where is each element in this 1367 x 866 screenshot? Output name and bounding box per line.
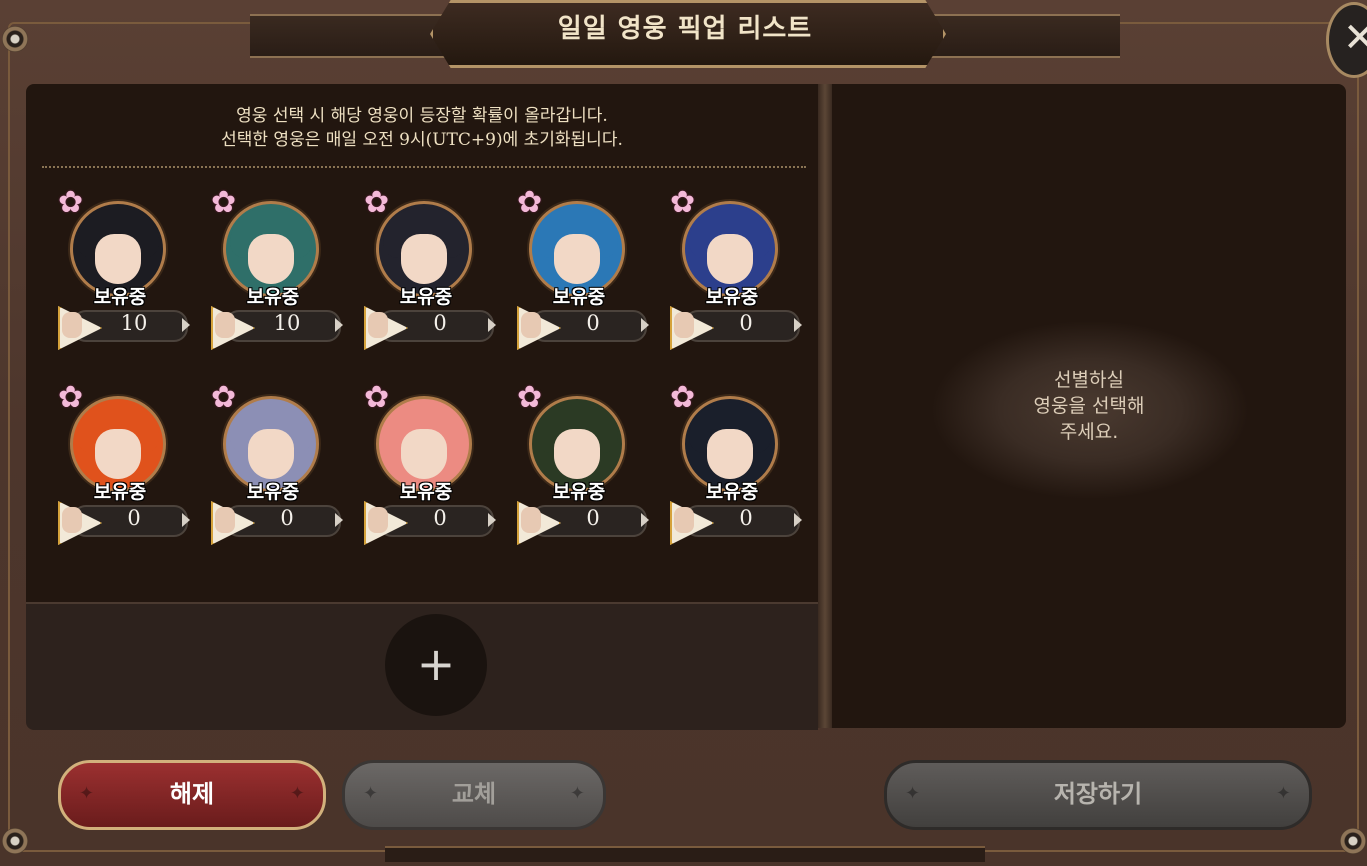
owned-label: 보유중 (93, 481, 147, 503)
pill-arrow-icon (182, 318, 190, 332)
info-line-1: 영웅 선택 시 해당 영웅이 등장할 확률이 올라갑니다. (236, 106, 608, 126)
pill-arrow-icon (488, 318, 496, 332)
release-label: 해제 (169, 780, 215, 808)
save-label: 저장하기 (1053, 780, 1143, 808)
cherry-blossom-icon: ✿ (58, 185, 84, 220)
cherry-blossom-icon: ✿ (211, 185, 237, 220)
sparkle-icon: ✦ (79, 783, 95, 804)
cherry-blossom-icon: ✿ (364, 380, 390, 415)
hero-count: 10 (120, 311, 148, 335)
pill-arrow-icon (335, 513, 343, 527)
owned-label: 보유중 (552, 286, 606, 308)
info-line-2: 선택한 영웅은 매일 오전 9시(UTC+9)에 초기화됩니다. (221, 130, 623, 150)
hero-card[interactable]: ✿ 보유중 10 (211, 188, 361, 356)
guide-line-2: 영웅을 선택해 (1033, 395, 1145, 417)
pill-arrow-icon (182, 513, 190, 527)
hero-card[interactable]: ✿ 보유중 10 (58, 188, 208, 356)
rivet-icon (1340, 828, 1366, 854)
empty-selection-message: 선별하실 영웅을 선택해 주세요. (832, 367, 1346, 445)
rivet-icon (2, 828, 28, 854)
hero-card[interactable]: ✿ 보유중 0 (517, 188, 667, 356)
token-face (62, 312, 82, 338)
owned-label: 보유중 (246, 481, 300, 503)
hero-card[interactable]: ✿ 보유중 0 (211, 383, 361, 551)
pill-arrow-icon (794, 318, 802, 332)
owned-label: 보유중 (399, 286, 453, 308)
owned-label: 보유중 (246, 286, 300, 308)
dotted-divider (42, 166, 806, 168)
token-face (215, 507, 235, 533)
hero-count: 0 (586, 506, 600, 530)
info-text: 영웅 선택 시 해당 영웅이 등장할 확률이 올라갑니다. 선택한 영웅은 매일… (26, 104, 818, 152)
release-button[interactable]: ✦ 해제 ✦ (58, 760, 326, 830)
hero-card[interactable]: ✿ 보유중 0 (58, 383, 208, 551)
cherry-blossom-icon: ✿ (670, 185, 696, 220)
close-x-icon: ✕ (1343, 15, 1367, 61)
hero-count: 0 (433, 506, 447, 530)
hero-face (707, 234, 753, 284)
hero-count: 10 (273, 311, 301, 335)
hero-card[interactable]: ✿ 보유중 0 (670, 188, 820, 356)
hero-card[interactable]: ✿ 보유중 0 (670, 383, 820, 551)
cherry-blossom-icon: ✿ (58, 380, 84, 415)
token-face (521, 507, 541, 533)
pill-arrow-icon (641, 513, 649, 527)
token-face (368, 507, 388, 533)
token-face (674, 312, 694, 338)
hero-face (401, 429, 447, 479)
bottom-rail (385, 846, 985, 862)
hero-face (95, 234, 141, 284)
hero-face (554, 234, 600, 284)
sparkle-icon: ✦ (363, 783, 379, 804)
swap-label: 교체 (451, 780, 497, 808)
hero-card[interactable]: ✿ 보유중 0 (364, 383, 514, 551)
token-face (215, 312, 235, 338)
hero-face (707, 429, 753, 479)
cherry-blossom-icon: ✿ (364, 185, 390, 220)
panel-divider (818, 84, 832, 728)
hero-count: 0 (739, 311, 753, 335)
page-title: 일일 영웅 픽업 리스트 (557, 14, 813, 44)
add-hero-button[interactable]: + (385, 614, 487, 716)
token-face (521, 312, 541, 338)
pill-arrow-icon (335, 318, 343, 332)
sparkle-icon: ✦ (1275, 783, 1291, 804)
token-face (62, 507, 82, 533)
pill-arrow-icon (488, 513, 496, 527)
hero-card[interactable]: ✿ 보유중 0 (517, 383, 667, 551)
owned-label: 보유중 (705, 286, 759, 308)
pill-arrow-icon (794, 513, 802, 527)
hero-count: 0 (739, 506, 753, 530)
cherry-blossom-icon: ✿ (670, 380, 696, 415)
save-button[interactable]: ✦ 저장하기 ✦ (884, 760, 1312, 830)
hero-face (401, 234, 447, 284)
pill-arrow-icon (641, 318, 649, 332)
rivet-icon (2, 26, 28, 52)
owned-label: 보유중 (552, 481, 606, 503)
hero-face (248, 429, 294, 479)
hero-count: 0 (433, 311, 447, 335)
hero-face (248, 234, 294, 284)
owned-label: 보유중 (399, 481, 453, 503)
sparkle-icon: ✦ (569, 783, 585, 804)
swap-button[interactable]: ✦ 교체 ✦ (342, 760, 606, 830)
owned-label: 보유중 (93, 286, 147, 308)
hero-count: 0 (280, 506, 294, 530)
hero-face (95, 429, 141, 479)
hero-card[interactable]: ✿ 보유중 0 (364, 188, 514, 356)
cherry-blossom-icon: ✿ (517, 185, 543, 220)
hero-face (554, 429, 600, 479)
cherry-blossom-icon: ✿ (517, 380, 543, 415)
cherry-blossom-icon: ✿ (211, 380, 237, 415)
token-face (674, 507, 694, 533)
guide-line-1: 선별하실 (1054, 369, 1124, 391)
owned-label: 보유중 (705, 481, 759, 503)
sparkle-icon: ✦ (289, 783, 305, 804)
hero-count: 0 (586, 311, 600, 335)
guide-line-3: 주세요. (1059, 421, 1119, 443)
sparkle-icon: ✦ (905, 783, 921, 804)
hero-count: 0 (127, 506, 141, 530)
token-face (368, 312, 388, 338)
